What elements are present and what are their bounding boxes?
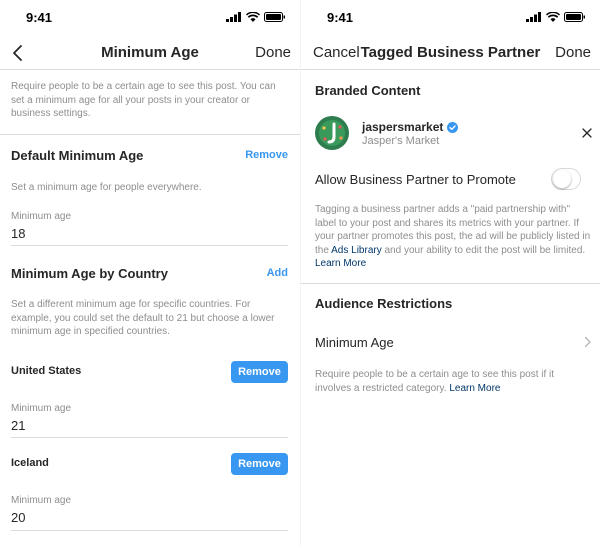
close-icon[interactable]	[582, 128, 592, 138]
default-remove-link[interactable]: Remove	[245, 149, 288, 161]
country-field-label: Minimum age	[11, 403, 72, 414]
signal-icon	[526, 12, 541, 22]
toggle-knob	[553, 170, 571, 188]
field-underline	[11, 245, 288, 246]
by-country-title: Minimum Age by Country	[11, 266, 168, 281]
partner-username-row[interactable]: jaspersmarket	[362, 120, 459, 134]
country-min-age-field[interactable]: 20	[11, 510, 25, 525]
partner-username: jaspersmarket	[362, 120, 444, 134]
info-text-part: and your ability to edit the post will b…	[381, 244, 586, 256]
battery-icon	[264, 12, 285, 22]
learn-more-link[interactable]: Learn More	[449, 383, 500, 394]
wifi-icon	[246, 12, 260, 22]
minimum-age-row-label: Minimum Age	[315, 335, 394, 350]
add-country-link[interactable]: Add	[267, 267, 288, 279]
divider	[0, 134, 300, 135]
branded-content-title: Branded Content	[315, 83, 421, 98]
status-icons	[526, 12, 586, 22]
battery-icon	[564, 12, 585, 22]
audience-desc-text: Require people to be a certain age to se…	[315, 369, 555, 394]
remove-country-button[interactable]: Remove	[231, 361, 288, 383]
tagged-business-partner-screen: 9:41 Cancel Tagged Business Partner Done…	[300, 0, 600, 546]
allow-promote-toggle[interactable]	[551, 168, 581, 190]
chevron-right-icon	[584, 336, 591, 348]
status-bar: 9:41	[0, 0, 300, 36]
default-field-label: Minimum age	[11, 211, 72, 222]
country-min-age-field[interactable]: 21	[11, 418, 25, 433]
minimum-age-row[interactable]: Minimum Age	[301, 325, 600, 359]
intro-text: Require people to be a certain age to se…	[11, 81, 276, 119]
learn-more-link[interactable]: Learn More	[315, 258, 366, 269]
audience-desc: Require people to be a certain age to se…	[315, 368, 585, 395]
country-field-label: Minimum age	[11, 495, 72, 506]
status-icons	[226, 12, 286, 22]
ads-library-link[interactable]: Ads Library	[331, 245, 382, 256]
field-underline	[11, 437, 288, 438]
country-name: Iceland	[11, 457, 49, 469]
default-min-age-field[interactable]: 18	[11, 226, 25, 241]
by-country-desc: Set a different minimum age for specific…	[11, 299, 275, 337]
wifi-icon	[546, 12, 560, 22]
status-bar: 9:41	[301, 0, 600, 36]
signal-icon	[226, 12, 241, 22]
nav-bar: Cancel Tagged Business Partner Done	[301, 36, 600, 70]
nav-bar: Minimum Age Done	[0, 36, 300, 70]
branded-info-text: Tagging a business partner adds a "paid …	[315, 203, 593, 271]
partner-display-name: Jasper's Market	[362, 135, 440, 147]
status-time: 9:41	[26, 10, 53, 25]
status-time: 9:41	[327, 10, 354, 25]
done-button[interactable]: Done	[555, 44, 591, 61]
done-button[interactable]: Done	[255, 44, 291, 61]
field-underline	[11, 530, 288, 531]
avatar	[315, 116, 349, 150]
divider	[301, 283, 600, 284]
audience-restrictions-title: Audience Restrictions	[315, 296, 453, 311]
country-name: United States	[11, 365, 82, 377]
default-min-age-title: Default Minimum Age	[11, 148, 144, 163]
minimum-age-screen: 9:41 Minimum Age Done Require people to …	[0, 0, 300, 546]
default-desc: Set a minimum age for people everywhere.	[11, 182, 202, 193]
avatar-logo	[315, 116, 349, 150]
allow-promote-label: Allow Business Partner to Promote	[315, 172, 516, 187]
remove-country-button[interactable]: Remove	[231, 453, 288, 475]
verified-badge-icon	[447, 121, 459, 133]
